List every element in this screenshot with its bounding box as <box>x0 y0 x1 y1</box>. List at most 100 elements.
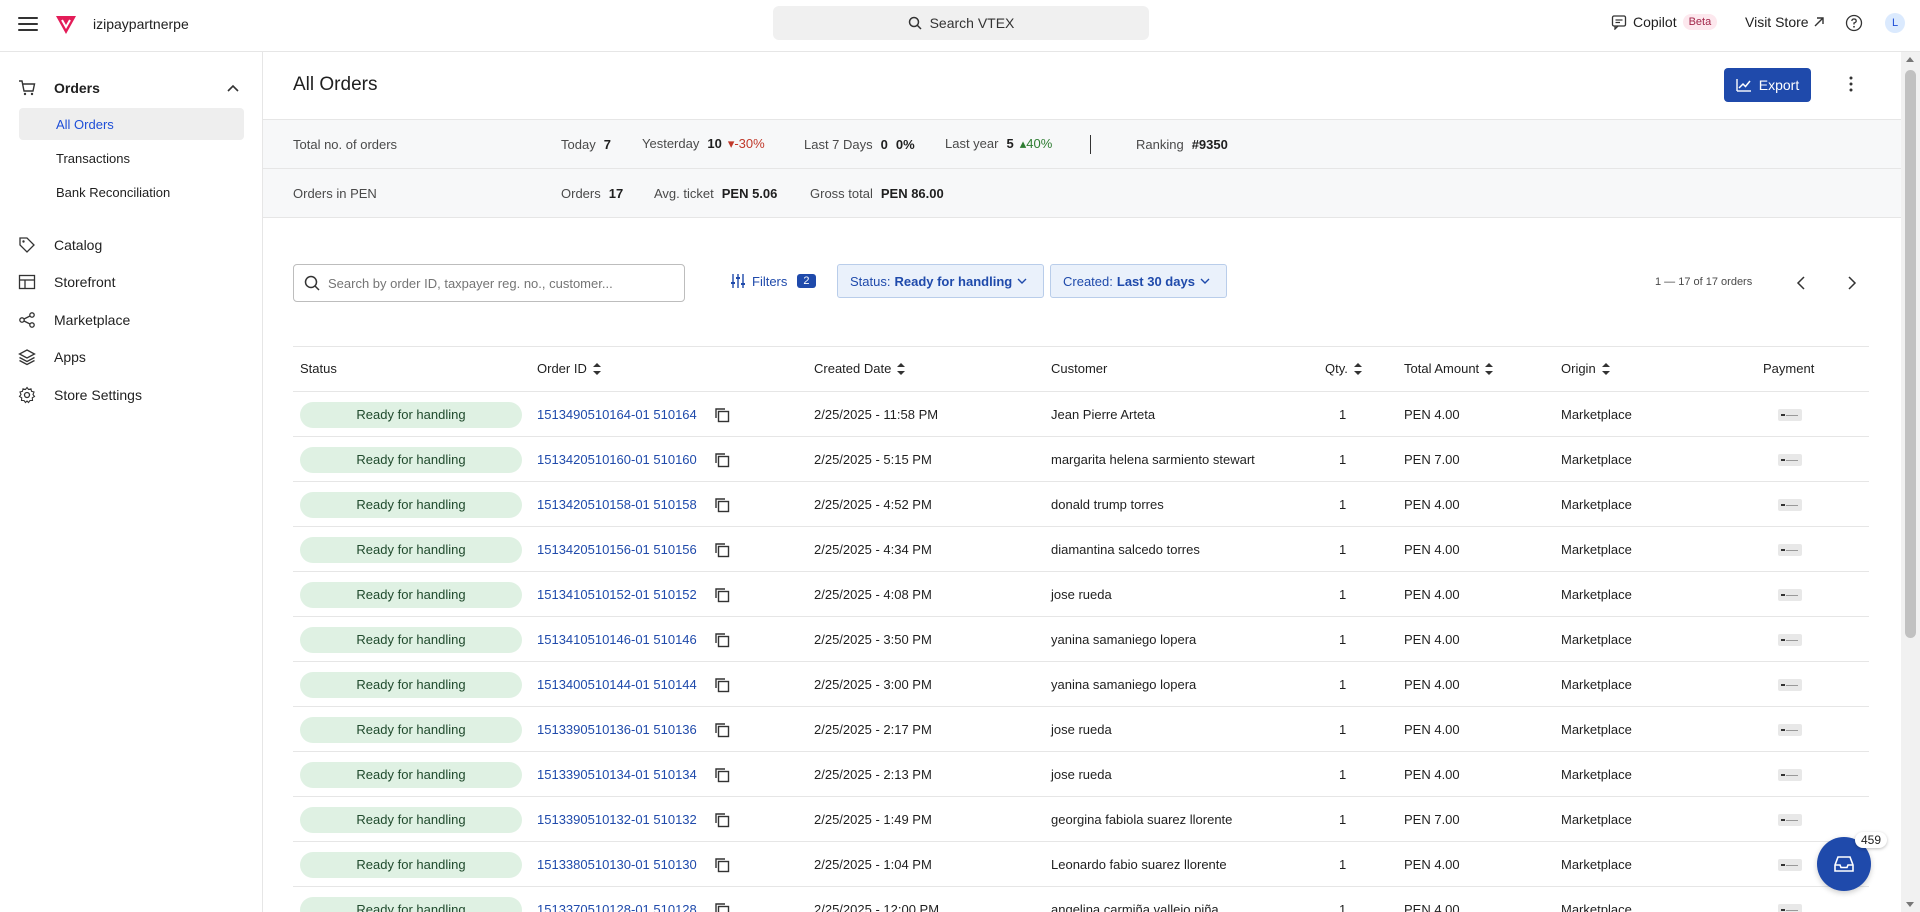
vertical-scrollbar[interactable] <box>1901 52 1920 912</box>
chevron-up-icon[interactable] <box>226 81 240 95</box>
order-id-link[interactable]: 1513400510144-01 510144 <box>537 677 697 692</box>
table-row[interactable]: Ready for handling 1513420510158-01 51015… <box>293 482 1869 527</box>
copy-icon[interactable] <box>714 407 730 423</box>
sidebar-item-apps[interactable]: Apps <box>18 348 86 366</box>
copy-icon[interactable] <box>714 587 730 603</box>
credit-card-icon[interactable] <box>1778 453 1802 466</box>
copy-icon[interactable] <box>714 677 730 693</box>
order-search-input[interactable] <box>328 275 668 291</box>
sort-icon[interactable] <box>1601 362 1610 375</box>
order-id-link[interactable]: 1513380510130-01 510130 <box>537 857 697 872</box>
table-row[interactable]: Ready for handling 1513380510130-01 51013… <box>293 842 1869 887</box>
order-id-link[interactable]: 1513370510128-01 510128 <box>537 902 697 912</box>
order-id-link[interactable]: 1513420510160-01 510160 <box>537 452 697 467</box>
credit-card-icon[interactable] <box>1778 903 1802 912</box>
copy-icon[interactable] <box>714 812 730 828</box>
credit-card-icon[interactable] <box>1778 858 1802 871</box>
credit-card-icon[interactable] <box>1778 543 1802 556</box>
copy-icon[interactable] <box>714 632 730 648</box>
sort-icon[interactable] <box>897 362 906 375</box>
scroll-down-arrow[interactable] <box>1906 902 1914 907</box>
copy-icon[interactable] <box>714 452 730 468</box>
order-id-link[interactable]: 1513390510136-01 510136 <box>537 722 697 737</box>
chevron-left-icon[interactable] <box>1793 274 1811 292</box>
copy-icon[interactable] <box>714 722 730 738</box>
order-id-link[interactable]: 1513420510156-01 510156 <box>537 542 697 557</box>
copilot-button[interactable]: Copilot Beta <box>1611 14 1718 30</box>
sidebar-item-catalog[interactable]: Catalog <box>18 236 102 254</box>
table-row[interactable]: Ready for handling 1513390510134-01 51013… <box>293 752 1869 797</box>
credit-card-icon[interactable] <box>1778 633 1802 646</box>
status-filter-chip[interactable]: Status: Ready for handling <box>837 264 1044 298</box>
order-search-field[interactable] <box>293 264 685 302</box>
created-filter-chip[interactable]: Created: Last 30 days <box>1050 264 1227 298</box>
column-header-order-id[interactable]: Order ID <box>537 361 601 376</box>
credit-card-icon[interactable] <box>1778 678 1802 691</box>
scroll-thumb[interactable] <box>1905 70 1916 638</box>
order-id-link[interactable]: 1513390510132-01 510132 <box>537 812 697 827</box>
sort-icon[interactable] <box>592 362 601 375</box>
order-id-link[interactable]: 1513420510158-01 510158 <box>537 497 697 512</box>
export-button[interactable]: Export <box>1724 68 1811 102</box>
sidebar-item-transactions[interactable]: Transactions <box>19 142 244 174</box>
order-id-link[interactable]: 1513390510134-01 510134 <box>537 767 697 782</box>
column-header-created-date[interactable]: Created Date <box>814 361 906 376</box>
total-amount-cell: PEN 4.00 <box>1404 407 1460 422</box>
sidebar-item-orders[interactable]: Orders <box>18 79 100 97</box>
stat-label: Last year <box>945 136 999 151</box>
table-row[interactable]: Ready for handling 1513370510128-01 51012… <box>293 887 1869 912</box>
table-row[interactable]: Ready for handling 1513390510132-01 51013… <box>293 797 1869 842</box>
stat-label: Last 7 Days <box>804 136 873 152</box>
sidebar-item-all-orders[interactable]: All Orders <box>19 108 244 140</box>
table-row[interactable]: Ready for handling 1513390510136-01 51013… <box>293 707 1869 752</box>
sidebar-item-marketplace[interactable]: Marketplace <box>18 311 130 329</box>
table-row[interactable]: Ready for handling 1513410510152-01 51015… <box>293 572 1869 617</box>
column-header-payment[interactable]: Payment <box>1763 361 1814 376</box>
column-header-customer[interactable]: Customer <box>1051 361 1107 376</box>
column-header-total-amount[interactable]: Total Amount <box>1404 361 1494 376</box>
qty-cell: 1 <box>1339 677 1347 692</box>
scroll-up-arrow[interactable] <box>1906 57 1914 62</box>
sidebar-item-bank-reconciliation[interactable]: Bank Reconciliation <box>19 176 244 208</box>
help-icon[interactable] <box>1845 14 1863 32</box>
credit-card-icon[interactable] <box>1778 498 1802 511</box>
copy-icon[interactable] <box>714 767 730 783</box>
credit-card-icon[interactable] <box>1778 768 1802 781</box>
vtex-logo-icon[interactable] <box>54 14 78 36</box>
global-search-button[interactable]: Search VTEX <box>773 6 1149 40</box>
column-header-origin[interactable]: Origin <box>1561 361 1610 376</box>
column-header-qty[interactable]: Qty. <box>1325 361 1362 376</box>
copy-icon[interactable] <box>714 542 730 558</box>
table-row[interactable]: Ready for handling 1513400510144-01 51014… <box>293 662 1869 707</box>
copy-icon[interactable] <box>714 497 730 513</box>
stat-label: Orders <box>561 185 601 201</box>
sidebar-item-store-settings[interactable]: Store Settings <box>18 386 142 404</box>
export-label: Export <box>1758 77 1800 93</box>
filters-button[interactable]: Filters 2 <box>730 273 816 289</box>
menu-icon[interactable] <box>18 14 38 34</box>
column-header-status[interactable]: Status <box>300 361 337 376</box>
credit-card-icon[interactable] <box>1778 408 1802 421</box>
sidebar-item-storefront[interactable]: Storefront <box>18 273 115 291</box>
table-row[interactable]: Ready for handling 1513490510164-01 51016… <box>293 392 1869 437</box>
copy-icon[interactable] <box>714 857 730 873</box>
sort-icon[interactable] <box>1353 362 1362 375</box>
created-date-cell: 2/25/2025 - 1:04 PM <box>814 857 932 872</box>
credit-card-icon[interactable] <box>1778 813 1802 826</box>
visit-store-link[interactable]: Visit Store <box>1745 14 1825 30</box>
order-id-link[interactable]: 1513410510146-01 510146 <box>537 632 697 647</box>
account-name[interactable]: izipaypartnerpe <box>93 16 189 32</box>
credit-card-icon[interactable] <box>1778 723 1802 736</box>
credit-card-icon[interactable] <box>1778 588 1802 601</box>
more-options-icon[interactable] <box>1841 74 1861 94</box>
copy-icon[interactable] <box>714 902 730 912</box>
order-id-link[interactable]: 1513490510164-01 510164 <box>537 407 697 422</box>
table-row[interactable]: Ready for handling 1513410510146-01 51014… <box>293 617 1869 662</box>
avatar[interactable]: L <box>1885 13 1905 33</box>
table-row[interactable]: Ready for handling 1513420510156-01 51015… <box>293 527 1869 572</box>
created-date-cell: 2/25/2025 - 4:34 PM <box>814 542 932 557</box>
chevron-right-icon[interactable] <box>1842 274 1860 292</box>
table-row[interactable]: Ready for handling 1513420510160-01 51016… <box>293 437 1869 482</box>
order-id-link[interactable]: 1513410510152-01 510152 <box>537 587 697 602</box>
sort-icon[interactable] <box>1485 362 1494 375</box>
